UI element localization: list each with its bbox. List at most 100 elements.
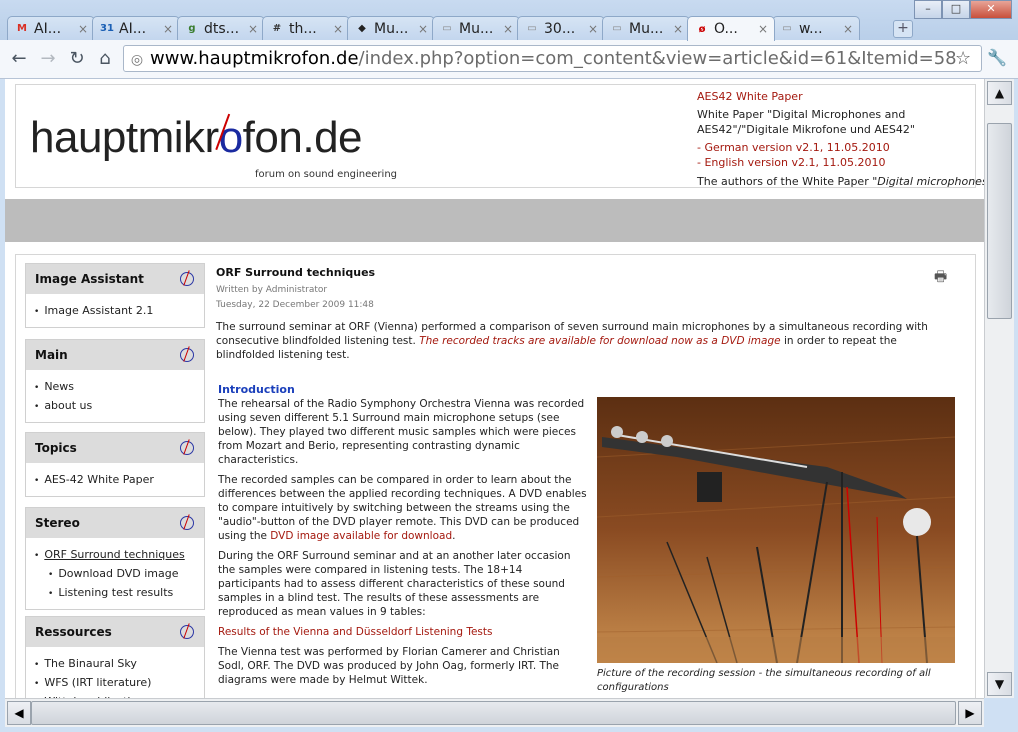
page-icon: ▭: [782, 23, 792, 34]
window-controls: – □ ✕: [914, 0, 1012, 19]
sidebar-link[interactable]: Image Assistant 2.1: [34, 302, 204, 321]
sidebar-module: Topics AES-42 White Paper: [25, 432, 205, 497]
url-host: www.hauptmikrofon.de: [150, 48, 359, 69]
maximize-button[interactable]: □: [942, 0, 970, 19]
sidebar-link[interactable]: News: [34, 378, 204, 397]
hauptmikrofon-icon: ø: [698, 23, 706, 35]
sidebar-link[interactable]: The Binaural Sky: [34, 655, 204, 674]
tab-5[interactable]: ▭ Mu... ×: [432, 16, 520, 40]
module-title: Stereo: [35, 516, 80, 530]
minimize-button[interactable]: –: [914, 0, 942, 19]
scroll-right-arrow-icon[interactable]: ▶: [958, 701, 982, 725]
tab-2[interactable]: g dts... ×: [177, 16, 265, 40]
nav-bar: [5, 199, 984, 242]
tab-3[interactable]: # th... ×: [262, 16, 350, 40]
tab-8[interactable]: ø O... ×: [687, 16, 775, 41]
tab-close-icon[interactable]: ×: [246, 22, 260, 36]
page-info-icon[interactable]: ◎: [128, 48, 146, 71]
tab-label: Mu...: [374, 20, 409, 37]
hauptmikrofon-logo-icon: [180, 272, 194, 286]
close-window-button[interactable]: ✕: [970, 0, 1012, 19]
module-title: Ressources: [35, 625, 112, 639]
reload-icon[interactable]: ↻: [66, 48, 88, 70]
scroll-down-arrow-icon[interactable]: ▼: [987, 672, 1012, 696]
sidebar-link[interactable]: AES-42 White Paper: [34, 471, 204, 490]
hauptmikrofon-logo-icon: [180, 625, 194, 639]
photo-caption: Picture of the recording session - the s…: [597, 668, 931, 693]
scroll-left-arrow-icon[interactable]: ◀: [7, 701, 31, 725]
tab-9[interactable]: ▭ w... ×: [772, 16, 860, 40]
scroll-up-arrow-icon[interactable]: ▲: [987, 81, 1012, 105]
site-header: hauptmikrofon.de forum on sound engineer…: [15, 84, 984, 188]
new-tab-button[interactable]: +: [893, 20, 913, 38]
hauptmikrofon-logo-icon: [180, 441, 194, 455]
tab-close-icon[interactable]: ×: [756, 22, 770, 36]
module-title: Main: [35, 348, 68, 362]
back-arrow-icon[interactable]: ←: [8, 48, 30, 70]
tab-close-icon[interactable]: ×: [501, 22, 515, 36]
paragraph-2: The recorded samples can be compared in …: [218, 474, 587, 542]
home-icon[interactable]: ⌂: [94, 48, 116, 70]
sidebar-link[interactable]: ORF Surround techniques: [34, 546, 204, 565]
tab-1[interactable]: 31 AI... ×: [92, 16, 180, 40]
article-intro: The surround seminar at ORF (Vienna) per…: [216, 320, 951, 362]
article-author: Written by Administrator: [216, 285, 328, 295]
tab-7[interactable]: ▭ Mu... ×: [602, 16, 690, 40]
page-icon: ▭: [442, 23, 452, 34]
wrench-menu-icon[interactable]: 🔧: [987, 48, 1007, 67]
url-path: /index.php?option=com_content&view=artic…: [358, 48, 957, 69]
sidebar-link[interactable]: Listening test results: [34, 584, 204, 603]
results-link[interactable]: Results of the Vienna and Düsseldorf Lis…: [218, 625, 588, 639]
tab-label: 30...: [544, 20, 576, 37]
forward-arrow-icon[interactable]: →: [37, 48, 59, 70]
module-header: Main: [26, 340, 204, 370]
dvd-download-link[interactable]: The recorded tracks are available for do…: [419, 335, 780, 347]
tab-close-icon[interactable]: ×: [161, 22, 175, 36]
module-header: Stereo: [26, 508, 204, 538]
article-date: Tuesday, 22 December 2009 11:48: [216, 300, 374, 310]
tab-close-icon[interactable]: ×: [586, 22, 600, 36]
grid-icon: #: [272, 23, 282, 34]
dvd-image-link[interactable]: DVD image available for download: [270, 530, 452, 542]
site-tagline: forum on sound engineering: [255, 169, 398, 180]
bookmark-star-icon[interactable]: ☆: [955, 48, 971, 69]
news-title[interactable]: AES42 White Paper: [697, 89, 977, 104]
tab-4[interactable]: ◆ Mu... ×: [347, 16, 435, 40]
article-title: ORF Surround techniques: [216, 266, 376, 279]
browser-toolbar: ← → ↻ ⌂ ◎ www.hauptmikrofon.de/index.php?…: [0, 40, 1018, 79]
tab-label: O...: [714, 21, 738, 37]
tab-close-icon[interactable]: ×: [416, 22, 430, 36]
tab-close-icon[interactable]: ×: [841, 22, 855, 36]
module-header: Topics: [26, 433, 204, 463]
tab-strip: M AI... × 31 AI... × g dts... × # th... × ◆ Mu... × ▭ Mu…: [0, 0, 1018, 41]
calendar-icon: 31: [100, 23, 114, 34]
sidebar-link[interactable]: WFS (IRT literature): [34, 674, 204, 693]
page-icon: ▭: [527, 23, 537, 34]
news-english-link[interactable]: - English version v2.1, 11.05.2010: [697, 155, 977, 170]
tab-close-icon[interactable]: ×: [76, 22, 90, 36]
module-title: Topics: [35, 441, 77, 455]
tab-close-icon[interactable]: ×: [671, 22, 685, 36]
sidebar-link[interactable]: Download DVD image: [34, 565, 204, 584]
google-icon: g: [188, 23, 196, 34]
horizontal-scroll-thumb[interactable]: [31, 701, 956, 725]
news-authors-text: The authors of the White Paper: [697, 175, 869, 188]
news-authors-title: "Digital microphones and: [872, 175, 984, 188]
address-bar[interactable]: ◎ www.hauptmikrofon.de/index.php?option=c…: [123, 45, 982, 72]
site-logo[interactable]: hauptmikrofon.de: [30, 113, 363, 163]
sidebar-module: Main Newsabout us: [25, 339, 205, 423]
tab-close-icon[interactable]: ×: [331, 22, 345, 36]
page-icon: ▭: [612, 23, 622, 34]
tab-label: Mu...: [629, 20, 664, 37]
vertical-scrollbar[interactable]: ▲ ▼: [984, 79, 1014, 698]
sidebar-link[interactable]: about us: [34, 397, 204, 416]
tab-label: AI...: [34, 20, 62, 37]
hauptmikrofon-logo-icon: [180, 516, 194, 530]
tab-6[interactable]: ▭ 30... ×: [517, 16, 605, 40]
vertical-scroll-thumb[interactable]: [987, 123, 1012, 319]
module-title: Image Assistant: [35, 272, 144, 286]
news-german-link[interactable]: - German version v2.1, 11.05.2010: [697, 140, 977, 155]
horizontal-scrollbar[interactable]: ◀ ▶: [5, 698, 984, 727]
tab-label: dts...: [204, 20, 240, 37]
tab-0[interactable]: M AI... ×: [7, 16, 95, 40]
